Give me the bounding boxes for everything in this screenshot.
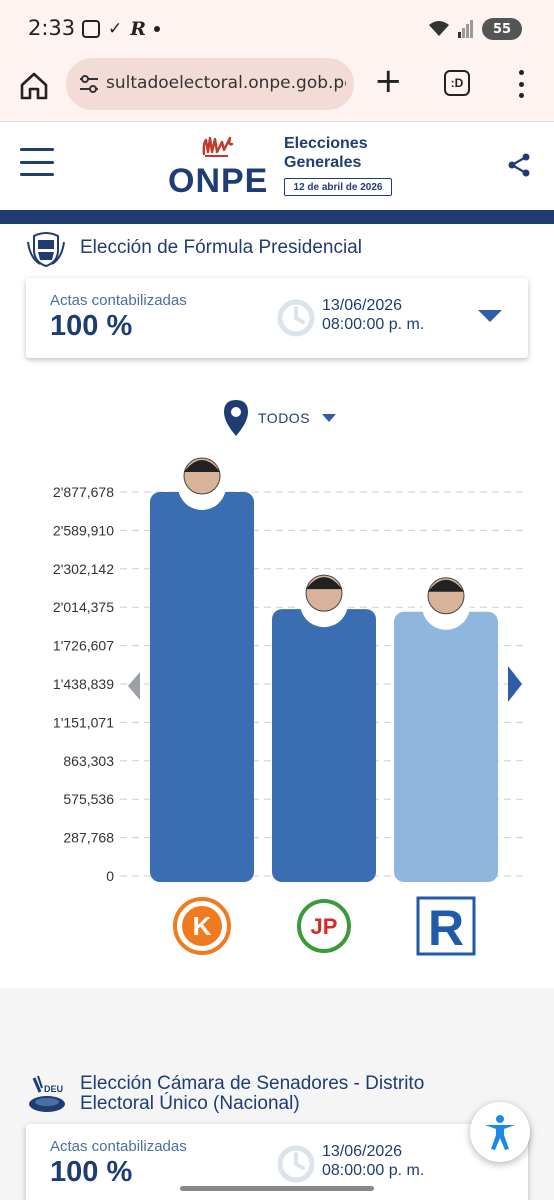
notification-icons: ✓ R (82, 18, 161, 40)
section-title: Elección Cámara de Senadores - Distrito … (80, 1073, 425, 1114)
header-subtitle: Elecciones Generales (284, 135, 368, 171)
app-notification-icon (82, 20, 100, 38)
actas-label: Actas contabilizadas (50, 292, 187, 309)
party-logo-k-letter: K (193, 911, 212, 941)
senate-section-header: DEU Elección Cámara de Senadores - Distr… (26, 1074, 500, 1114)
section-title: Elección de Fórmula Presidencial (80, 237, 362, 258)
clock-icon (277, 1145, 315, 1183)
candidate-hair (184, 460, 220, 472)
location-pin-icon (224, 400, 248, 436)
browser-menu-button[interactable] (516, 70, 526, 98)
accessibility-button[interactable] (470, 1102, 530, 1162)
site-settings-icon[interactable] (78, 74, 100, 94)
actas-timestamp: 13/06/2026 08:00:00 p. m. (322, 296, 424, 334)
y-tick-label: 2'014,375 (53, 599, 114, 615)
y-tick-label: 287,768 (63, 830, 114, 846)
share-icon[interactable] (506, 152, 532, 178)
browser-toolbar: sultadoelectoral.onpe.gob.pe + :D (0, 58, 554, 122)
y-tick-label: 1'151,071 (53, 714, 114, 730)
actas-card[interactable]: Actas contabilizadas 100 % 13/06/2026 08… (26, 278, 528, 358)
actas-date: 13/06/2026 (322, 1143, 403, 1160)
election-date-badge: 12 de abril de 2026 (284, 178, 392, 196)
bar (150, 492, 254, 882)
candidate-hair (306, 577, 342, 590)
system-icons: 55 (428, 18, 522, 40)
y-tick-label: 575,536 (63, 791, 114, 807)
y-tick-label: 2'877,678 (53, 484, 114, 500)
accessibility-icon (485, 1115, 515, 1150)
senate-deu-icon: DEU (29, 1075, 65, 1112)
presidential-results-chart: 2'877,678 2'589,910 2'302,142 2'014,375 1'72… (53, 457, 526, 956)
y-tick-label: 1'726,607 (53, 638, 114, 654)
chevron-down-icon[interactable] (478, 310, 502, 322)
site-header: ONPE Elecciones Generales 12 de abril de… (0, 122, 554, 210)
battery-indicator: 55 (482, 18, 522, 40)
deu-label: DEU (44, 1084, 63, 1094)
status-time: 2:33 (28, 16, 76, 40)
candidate-hair (428, 579, 464, 592)
address-bar[interactable]: sultadoelectoral.onpe.gob.pe (66, 58, 354, 110)
party-logo-jp: JP (311, 914, 338, 939)
party-logo-r: R (428, 900, 464, 956)
header-stripe (0, 210, 554, 224)
url-text[interactable]: sultadoelectoral.onpe.gob.pe (106, 73, 346, 93)
next-arrow-icon[interactable] (508, 666, 522, 702)
actas-date: 13/06/2026 (322, 297, 403, 314)
actas-time: 08:00:00 p. m. (322, 316, 425, 333)
wifi-icon (429, 21, 449, 36)
bar (272, 609, 376, 882)
actas-label: Actas contabilizadas (50, 1138, 187, 1155)
status-bar: 2:33 ✓ R 55 (0, 0, 554, 58)
tab-switcher-button[interactable]: :D (444, 70, 470, 96)
presidential-section-header: Elección de Fórmula Presidencial (26, 228, 362, 268)
clock-icon (277, 299, 315, 337)
onpe-brand[interactable]: ONPE (168, 162, 268, 201)
actas-time: 08:00:00 p. m. (322, 1162, 425, 1179)
prev-arrow-icon[interactable] (128, 672, 140, 700)
gesture-nav-handle[interactable] (180, 1186, 374, 1191)
actas-value: 100 % (50, 310, 133, 342)
actas-value: 100 % (50, 1156, 133, 1188)
y-tick-label: 863,303 (63, 753, 114, 769)
new-tab-button[interactable]: + (374, 64, 403, 98)
bar (394, 611, 498, 882)
y-tick-label: 2'302,142 (53, 561, 114, 577)
signal-icon (458, 20, 473, 38)
check-download-icon: ✓ (108, 19, 123, 39)
filter-caret-icon (322, 414, 337, 422)
y-tick-label: 1'438,839 (53, 676, 114, 692)
home-icon[interactable] (18, 70, 50, 102)
filter-label: TODOS (258, 410, 311, 426)
y-tick-label: 0 (106, 868, 114, 884)
r-app-icon: R (130, 18, 147, 40)
location-filter[interactable]: TODOS (222, 398, 337, 438)
peru-coat-of-arms-icon (27, 232, 65, 268)
actas-timestamp: 13/06/2026 08:00:00 p. m. (322, 1142, 424, 1180)
hamburger-menu-icon[interactable] (20, 148, 54, 176)
y-tick-label: 2'589,910 (53, 522, 114, 538)
more-notifications-icon (154, 26, 161, 32)
